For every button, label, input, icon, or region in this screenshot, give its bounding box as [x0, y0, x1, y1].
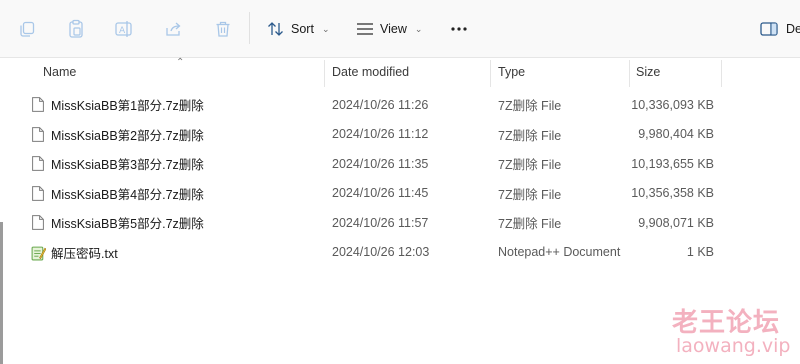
file-row[interactable]: MissKsiaBB第5部分.7z删除 2024/10/26 11:57 7Z删…: [0, 208, 800, 238]
sort-arrows-icon: [268, 22, 283, 36]
file-type: 7Z删除 File: [498, 158, 562, 173]
file-size: 1 KB: [686, 245, 714, 260]
file-date: 2024/10/26 11:45: [332, 186, 429, 201]
file-name: MissKsiaBB第2部分.7z删除: [51, 128, 204, 143]
column-header-type[interactable]: Type: [498, 57, 525, 87]
view-button[interactable]: View ⌄: [356, 17, 422, 41]
file-name: MissKsiaBB第1部分.7z删除: [51, 99, 204, 114]
paste-icon: [69, 19, 83, 38]
command-bar: A Sort ⌄ View ⌄ De: [0, 0, 800, 58]
column-divider[interactable]: [324, 60, 325, 87]
file-row[interactable]: MissKsiaBB第3部分.7z删除 2024/10/26 11:35 7Z删…: [0, 149, 800, 179]
file-icon: [32, 97, 44, 112]
column-divider[interactable]: [721, 60, 722, 87]
file-size: 10,336,093 KB: [631, 97, 714, 112]
file-name: MissKsiaBB第4部分.7z删除: [51, 187, 204, 202]
file-type: Notepad++ Document: [498, 245, 621, 260]
file-icon: [32, 126, 44, 142]
file-name: MissKsiaBB第5部分.7z删除: [51, 217, 204, 232]
file-size: 10,356,358 KB: [631, 186, 714, 201]
watermark-title: 老王论坛: [672, 308, 781, 338]
file-type: 7Z删除 File: [498, 128, 562, 143]
column-header-date[interactable]: Date modified: [332, 57, 409, 87]
details-label: De: [786, 22, 800, 36]
view-list-icon: [357, 23, 373, 35]
details-pane-icon: [760, 22, 778, 36]
rename-button[interactable]: A: [112, 17, 136, 41]
file-icon: [32, 215, 44, 230]
file-size: 9,908,071 KB: [638, 215, 714, 230]
file-row[interactable]: MissKsiaBB第2部分.7z删除 2024/10/26 11:12 7Z删…: [0, 120, 800, 150]
sort-ascending-icon: ⌃: [176, 57, 185, 68]
svg-text:A: A: [119, 26, 126, 36]
rename-icon: A: [115, 21, 132, 37]
file-row[interactable]: MissKsiaBB第4部分.7z删除 2024/10/26 11:45 7Z删…: [0, 179, 800, 209]
file-date: 2024/10/26 11:57: [332, 215, 429, 230]
file-size: 10,193,655 KB: [631, 156, 714, 171]
file-date: 2024/10/26 12:03: [332, 245, 430, 260]
file-row[interactable]: MissKsiaBB第1部分.7z删除 2024/10/26 11:26 7Z删…: [0, 90, 800, 120]
column-divider[interactable]: [490, 60, 491, 87]
share-icon: [166, 22, 181, 36]
paste-button[interactable]: [64, 17, 88, 41]
file-size: 9,980,404 KB: [638, 127, 714, 142]
more-options-button[interactable]: [447, 17, 471, 41]
file-icon: [32, 185, 44, 201]
sort-label: Sort: [291, 22, 314, 36]
toolbar-separator: [249, 12, 250, 44]
file-type: 7Z删除 File: [498, 99, 562, 114]
column-divider[interactable]: [629, 60, 630, 87]
chevron-down-icon: ⌄: [414, 23, 423, 34]
file-list: MissKsiaBB第1部分.7z删除 2024/10/26 11:26 7Z删…: [0, 90, 800, 267]
file-date: 2024/10/26 11:26: [332, 97, 429, 112]
file-type: 7Z删除 File: [498, 217, 562, 232]
column-header-row: ⌃ Name Date modified Type Size: [0, 57, 800, 87]
column-header-size[interactable]: Size: [636, 57, 660, 87]
details-pane-button[interactable]: De: [760, 17, 800, 41]
file-icon: [32, 156, 44, 171]
file-row[interactable]: 解压密码.txt 2024/10/26 12:03 Notepad++ Docu…: [0, 238, 800, 268]
copy-button[interactable]: [15, 17, 39, 41]
chevron-down-icon: ⌄: [321, 23, 330, 34]
ellipsis-icon: [451, 27, 467, 31]
column-header-name[interactable]: Name: [43, 57, 76, 87]
delete-button[interactable]: [211, 17, 235, 41]
share-button[interactable]: [161, 17, 185, 41]
view-label: View: [380, 22, 407, 36]
file-date: 2024/10/26 11:35: [332, 156, 429, 171]
file-type: 7Z删除 File: [498, 187, 562, 202]
notepad-plus-plus-icon: [31, 246, 46, 260]
file-name: MissKsiaBB第3部分.7z删除: [51, 158, 204, 173]
file-name: 解压密码.txt: [51, 246, 118, 261]
watermark-url: laowang.vip: [676, 335, 791, 357]
copy-icon: [20, 21, 35, 37]
trash-icon: [216, 21, 230, 37]
sort-button[interactable]: Sort ⌄: [267, 17, 329, 41]
file-date: 2024/10/26 11:12: [332, 127, 429, 142]
